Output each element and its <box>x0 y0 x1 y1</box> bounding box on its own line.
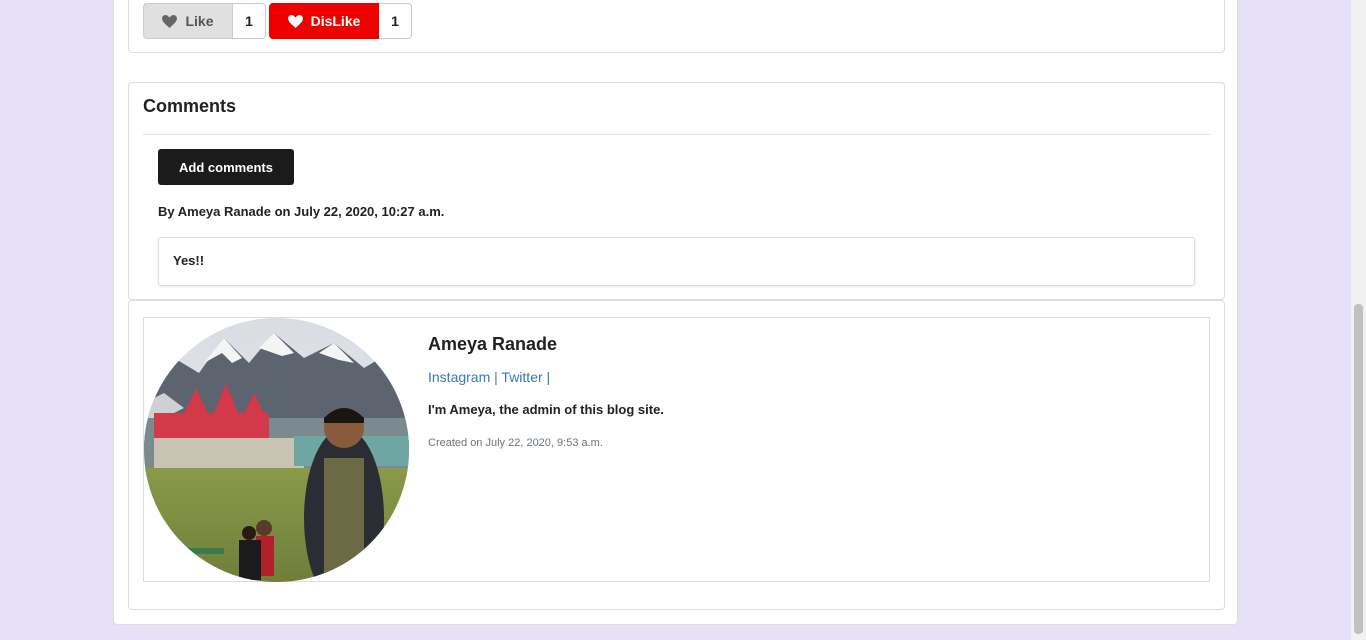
add-comments-button[interactable]: Add comments <box>158 149 294 185</box>
dislike-count: 1 <box>379 3 412 39</box>
heart-icon <box>162 14 178 28</box>
link-separator: | <box>546 369 551 385</box>
author-avatar <box>144 318 409 582</box>
comments-title: Comments <box>143 96 237 116</box>
avatar-photo <box>144 318 409 582</box>
page-container: Like 1 DisLike 1 Comments Add comments B… <box>113 0 1238 625</box>
heart-icon <box>287 14 303 28</box>
like-button[interactable]: Like <box>143 3 233 39</box>
comment-meta: By Ameya Ranade on July 22, 2020, 10:27 … <box>158 204 445 219</box>
divider <box>143 134 1210 135</box>
scrollbar[interactable] <box>1351 0 1366 640</box>
reactions-card: Like 1 DisLike 1 <box>128 0 1225 53</box>
social-links: Instagram | Twitter | <box>428 369 550 385</box>
comments-card: Comments Add comments By Ameya Ranade on… <box>128 82 1225 300</box>
comment-body: Yes!! <box>158 237 1195 286</box>
comment-text: Yes!! <box>173 253 205 268</box>
like-label: Like <box>185 13 214 29</box>
link-separator: | <box>494 369 498 385</box>
author-name: Ameya Ranade <box>428 334 558 354</box>
scrollbar-thumb[interactable] <box>1354 304 1363 634</box>
created-date: Created on July 22, 2020, 9:53 a.m. <box>428 437 603 449</box>
dislike-group: DisLike 1 <box>269 3 412 39</box>
dislike-button[interactable]: DisLike <box>269 3 379 39</box>
author-panel: Ameya Ranade Instagram | Twitter | I'm A… <box>143 317 1210 582</box>
like-group: Like 1 <box>143 3 266 39</box>
dislike-label: DisLike <box>310 13 361 29</box>
twitter-link[interactable]: Twitter <box>501 369 542 385</box>
author-card: Ameya Ranade Instagram | Twitter | I'm A… <box>128 300 1225 610</box>
like-count: 1 <box>233 3 266 39</box>
author-bio: I'm Ameya, the admin of this blog site. <box>428 402 664 417</box>
instagram-link[interactable]: Instagram <box>428 369 490 385</box>
